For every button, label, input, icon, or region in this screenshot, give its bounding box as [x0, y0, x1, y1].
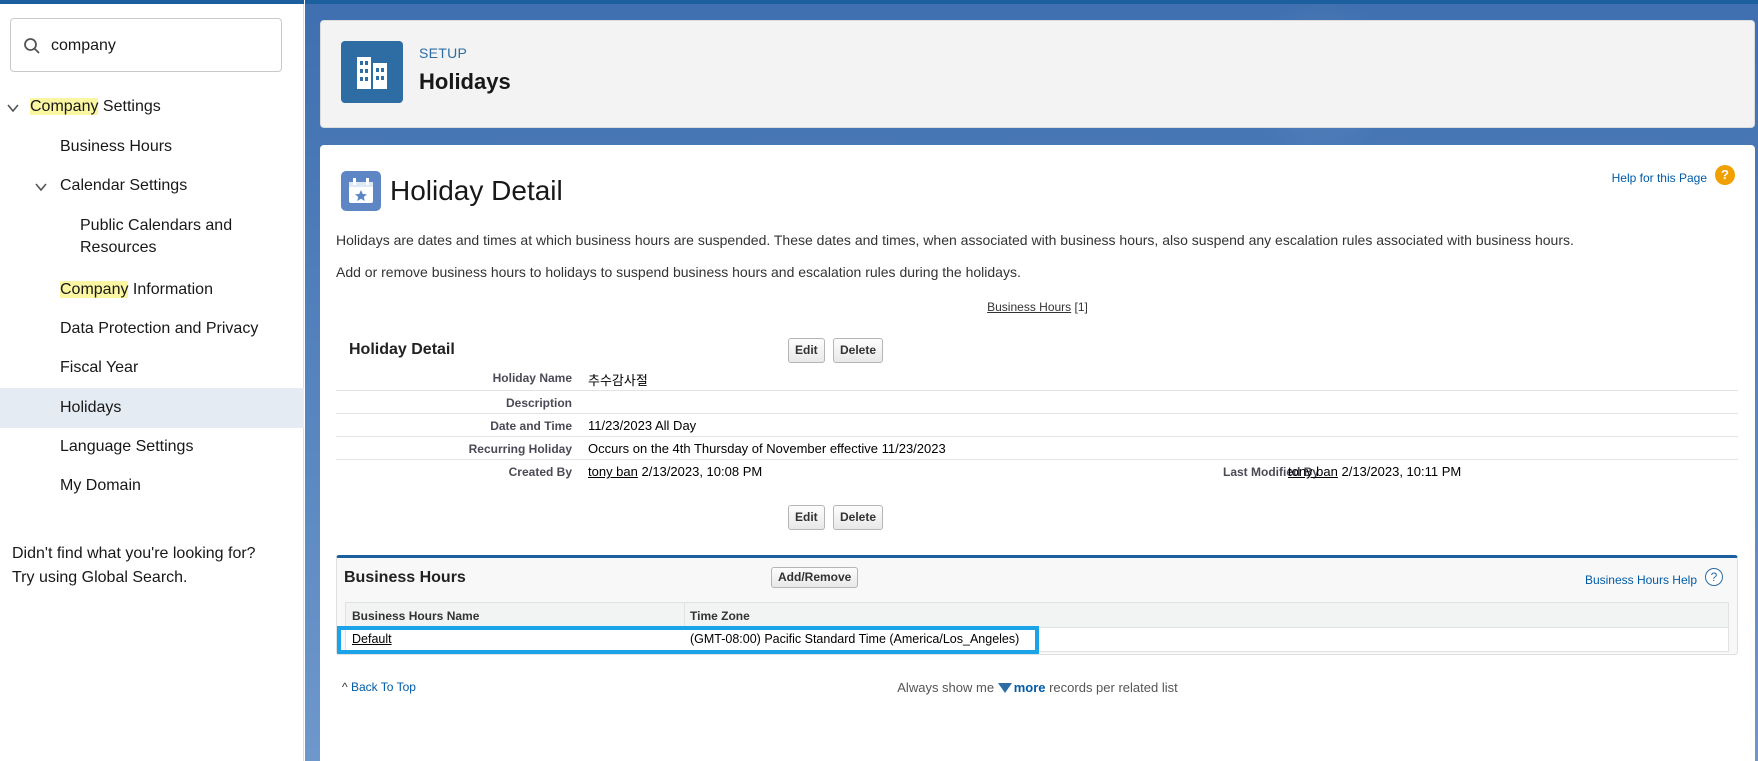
- detail-title: Holiday Detail: [390, 175, 563, 206]
- sidebar-selected-background: [0, 388, 304, 428]
- related-list-title: Business Hours: [344, 569, 466, 586]
- global-search-hint: Try using Global Search.: [12, 569, 188, 586]
- field-value: 11/23/2023 All Day: [588, 418, 697, 433]
- search-highlight: Company: [60, 281, 129, 298]
- search-highlight: Company: [30, 98, 99, 115]
- sidebar-item-company-information[interactable]: Company Information: [60, 279, 213, 301]
- always-show-more: Always show me more records per related …: [897, 680, 1178, 695]
- help-icon[interactable]: ?: [1715, 165, 1735, 185]
- field-row-holiday-name: Holiday Name 추수감사절: [336, 365, 1738, 391]
- field-value: tony ban 2/13/2023, 10:11 PM: [1288, 464, 1462, 479]
- page-header: SETUP Holidays: [320, 20, 1755, 128]
- quick-find-search[interactable]: [10, 18, 282, 72]
- chevron-down-icon[interactable]: [34, 180, 48, 194]
- main-area: SETUP Holidays Holiday Detail Help for t…: [305, 0, 1758, 761]
- field-value: Occurs on the 4th Thursday of November e…: [588, 441, 946, 456]
- sidebar-top-bar: [0, 0, 304, 4]
- building-icon: [341, 41, 403, 103]
- sidebar-item-fiscal-year[interactable]: Fiscal Year: [60, 357, 138, 379]
- business-hours-help-link[interactable]: Business Hours Help: [1585, 573, 1697, 587]
- not-found-message: Didn't find what you're looking for? Try…: [12, 542, 256, 590]
- triangle-down-icon[interactable]: [997, 683, 1012, 693]
- field-value: tony ban 2/13/2023, 10:08 PM: [588, 464, 763, 479]
- section-title: Holiday Detail: [349, 341, 455, 358]
- delete-button[interactable]: Delete: [833, 338, 884, 363]
- created-by-user-link[interactable]: tony ban: [588, 464, 638, 479]
- field-value: 추수감사절: [588, 373, 648, 388]
- field-label: Date and Time: [490, 419, 572, 433]
- sidebar-item-data-protection[interactable]: Data Protection and Privacy: [60, 318, 258, 340]
- highlight-annotation-box: [337, 626, 1039, 654]
- field-row-created-by: Created By tony ban 2/13/2023, 10:08 PM …: [336, 460, 1738, 483]
- sidebar-item-calendar-settings[interactable]: Calendar Settings: [60, 175, 187, 197]
- search-input[interactable]: [51, 31, 271, 61]
- last-modified-user-link[interactable]: tony ban: [1288, 464, 1338, 479]
- chevron-down-icon[interactable]: [6, 101, 20, 115]
- show-more-link[interactable]: more: [1014, 680, 1046, 695]
- column-header: Time Zone: [690, 609, 750, 623]
- calendar-icon: [341, 171, 381, 211]
- column-header: Business Hours Name: [352, 609, 480, 623]
- business-hours-related-list: Business Hours Add/Remove Business Hours…: [336, 555, 1738, 655]
- breadcrumb-setup: SETUP: [419, 45, 468, 61]
- field-label: Description: [505, 396, 572, 410]
- edit-button[interactable]: Edit: [788, 505, 825, 530]
- sidebar-item-my-domain[interactable]: My Domain: [60, 475, 141, 497]
- page-title: Holidays: [419, 69, 511, 94]
- setup-sidebar: Company Settings Business Hours Calendar…: [0, 0, 304, 761]
- main-top-bar: [305, 0, 1758, 4]
- sidebar-item-holidays[interactable]: Holidays: [60, 397, 121, 419]
- field-row-recurring: Recurring Holiday Occurs on the 4th Thur…: [336, 437, 1738, 460]
- delete-button[interactable]: Delete: [833, 505, 884, 530]
- related-count: [1]: [1074, 300, 1088, 314]
- help-for-this-page-link[interactable]: Help for this Page: [1612, 171, 1707, 185]
- add-remove-button[interactable]: Add/Remove: [771, 567, 859, 588]
- help-icon[interactable]: ?: [1705, 568, 1723, 586]
- field-row-description: Description: [336, 391, 1738, 414]
- field-label: Created By: [508, 465, 572, 479]
- description-paragraph: Holidays are dates and times at which bu…: [336, 232, 1574, 248]
- column-divider: [684, 603, 685, 627]
- field-label: Recurring Holiday: [468, 442, 572, 456]
- field-label: Holiday Name: [492, 371, 572, 385]
- related-list-links: Business Hours [1]: [320, 300, 1755, 314]
- instruction-paragraph: Add or remove business hours to holidays…: [336, 264, 1021, 280]
- sidebar-item-public-calendars[interactable]: Public Calendars and Resources: [80, 215, 232, 259]
- search-icon: [24, 38, 40, 54]
- sidebar-item-company-settings[interactable]: Company Settings: [30, 96, 161, 118]
- sidebar-item-language-settings[interactable]: Language Settings: [60, 436, 193, 458]
- business-hours-related-link[interactable]: Business Hours: [987, 300, 1071, 314]
- edit-button[interactable]: Edit: [788, 338, 825, 363]
- sidebar-item-business-hours[interactable]: Business Hours: [60, 136, 172, 158]
- holiday-detail-card: Holiday Detail Help for this Page ? Holi…: [320, 145, 1755, 761]
- table-header: Business Hours Name Time Zone: [345, 602, 1729, 628]
- field-row-date-time: Date and Time 11/23/2023 All Day: [336, 414, 1738, 437]
